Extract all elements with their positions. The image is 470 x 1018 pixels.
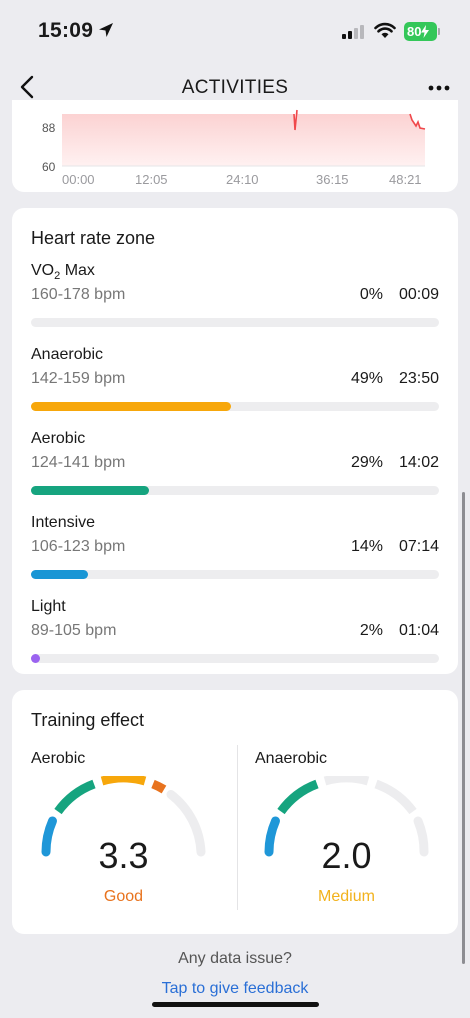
heart-rate-zone-title: Heart rate zone — [31, 228, 156, 248]
heart-rate-chart: 88 60 00:00 12:05 24:10 36:15 48:21 — [42, 109, 426, 187]
zone-progress-fill — [31, 654, 40, 663]
data-issue-question: Any data issue? — [178, 950, 292, 967]
status-bar: 15:09 80 — [0, 0, 470, 62]
status-time: 15:09 — [38, 19, 94, 42]
zone-range: 142-159 bpm — [31, 370, 126, 387]
cellular-signal-icon — [342, 25, 364, 39]
zone-progress-track — [31, 486, 439, 495]
zone-name: Intensive — [31, 514, 96, 531]
zone-progress-track — [31, 318, 439, 327]
x-tick-3: 36:15 — [316, 172, 349, 187]
charging-bolt-icon — [421, 25, 430, 38]
zone-progress-track — [31, 570, 439, 579]
zone-name: Light — [31, 598, 66, 615]
x-tick-2: 24:10 — [226, 172, 259, 187]
aerobic-effect-label: Aerobic — [31, 750, 86, 767]
zone-progress-fill — [31, 486, 149, 495]
y-tick-88: 88 — [42, 121, 56, 135]
zone-progress-fill — [31, 402, 231, 411]
zone-progress-track — [31, 402, 439, 411]
battery-cap — [438, 28, 440, 35]
page-title: ACTIVITIES — [181, 77, 289, 98]
zone-light: Light 89-105 bpm 2% 01:04 — [31, 598, 439, 682]
zone-name-prefix: VO — [31, 262, 55, 279]
zone-name: Aerobic — [31, 430, 86, 447]
zone-percent: 14% — [350, 538, 383, 555]
feedback-link[interactable]: Tap to give feedback — [0, 980, 470, 998]
anaerobic-effect-grade: Medium — [318, 888, 375, 905]
heart-rate-zone-card: Heart rate zone VO2 Max 160-178 bpm 0% 0… — [12, 208, 458, 674]
zone-vo2max: VO2 Max 160-178 bpm 0% 00:09 — [31, 262, 439, 346]
zone-duration: 14:02 — [398, 454, 439, 471]
divider — [237, 745, 238, 910]
zone-progress-fill — [31, 570, 88, 579]
zone-name: Anaerobic — [31, 346, 104, 363]
aerobic-effect-grade: Good — [103, 888, 144, 905]
x-tick-4: 48:21 — [389, 172, 422, 187]
heart-rate-chart-card: 88 60 00:00 12:05 24:10 36:15 48:21 — [12, 100, 458, 192]
x-tick-1: 12:05 — [135, 172, 168, 187]
anaerobic-effect-value: 2.0 — [321, 835, 372, 876]
zone-name: VO2 Max — [31, 262, 95, 282]
zone-progress-track — [31, 654, 439, 663]
zone-anaerobic: Anaerobic 142-159 bpm 49% 23:50 — [31, 346, 439, 430]
zone-percent: 49% — [350, 370, 383, 387]
zone-duration: 00:09 — [398, 286, 439, 303]
heart-rate-area — [62, 110, 425, 166]
zone-duration: 23:50 — [398, 370, 439, 387]
location-arrow-icon — [99, 23, 113, 37]
zone-range: 89-105 bpm — [31, 622, 117, 639]
zone-range: 160-178 bpm — [31, 286, 126, 303]
zone-range: 124-141 bpm — [31, 454, 126, 471]
home-indicator[interactable] — [152, 1002, 319, 1007]
anaerobic-effect-label: Anaerobic — [255, 750, 328, 767]
zone-percent: 29% — [350, 454, 383, 471]
scrollbar[interactable] — [462, 492, 465, 964]
battery-indicator: 80 — [404, 22, 437, 41]
zone-percent: 0% — [359, 286, 383, 303]
ellipsis-icon[interactable] — [428, 85, 450, 91]
battery-level: 80 — [407, 24, 422, 39]
training-effect-card: Training effect Aerobic 3.3 Good Anaerob… — [12, 690, 458, 934]
x-tick-0: 00:00 — [62, 172, 95, 187]
zone-duration: 01:04 — [398, 622, 439, 639]
zone-name-suffix: Max — [60, 262, 95, 279]
zone-percent: 2% — [359, 622, 383, 639]
wifi-icon — [374, 22, 396, 38]
zone-intensive: Intensive 106-123 bpm 14% 07:14 — [31, 514, 439, 598]
aerobic-effect-value: 3.3 — [98, 835, 149, 876]
zone-duration: 07:14 — [398, 538, 439, 555]
zone-range: 106-123 bpm — [31, 538, 126, 555]
y-tick-60: 60 — [42, 160, 56, 174]
training-effect-title: Training effect — [31, 710, 145, 730]
zone-aerobic: Aerobic 124-141 bpm 29% 14:02 — [31, 430, 439, 514]
